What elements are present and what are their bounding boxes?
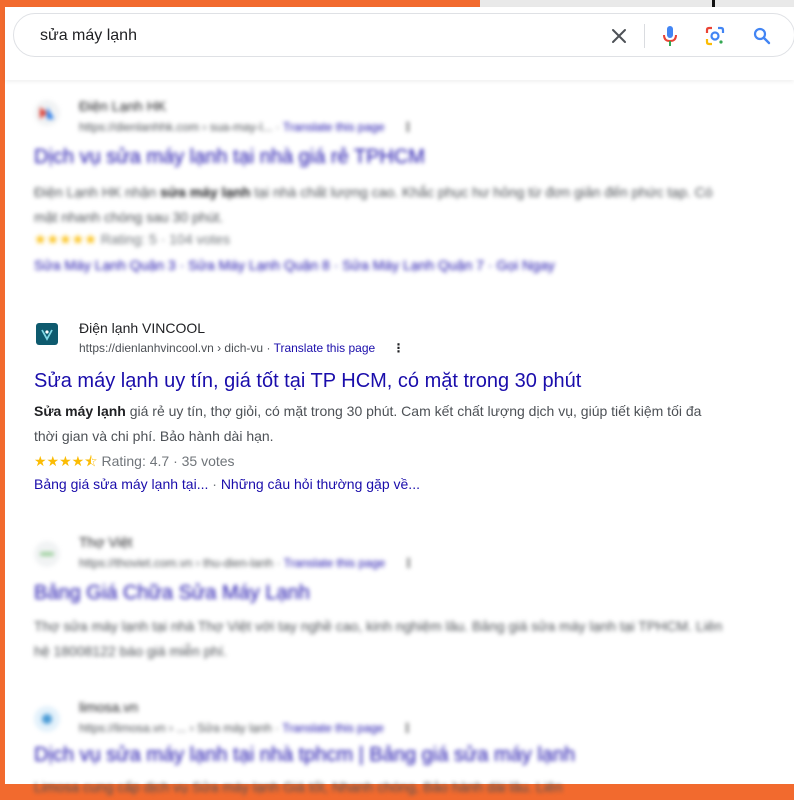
result-site-name[interactable]: Điện Lạnh HK: [79, 98, 166, 114]
translate-link[interactable]: Translate this page: [274, 341, 376, 355]
vincool-favicon-icon: [36, 323, 58, 345]
result-title[interactable]: Bảng Giá Chữa Sửa Máy Lạnh: [34, 582, 310, 605]
result-rating: ★★★★⯪ Rating: 4.7 · 35 votes: [34, 453, 235, 469]
result-title[interactable]: Dịch vụ sửa máy lạnh tại nhà giá rẻ TPHC…: [34, 146, 425, 169]
search-box[interactable]: sửa máy lạnh: [13, 13, 794, 57]
result-url[interactable]: https://thoviet.com.vn › thu-dien-lanh ·…: [79, 556, 415, 570]
search-result: limosa.vn https://limosa.vn › ... › Sửa …: [34, 699, 734, 795]
top-strip: [0, 0, 794, 7]
search-divider: [644, 24, 645, 48]
result-sitelinks[interactable]: Sửa Máy Lạnh Quận 3 · Sửa Máy Lạnh Quận …: [34, 257, 555, 273]
translate-link[interactable]: Translate this page: [283, 120, 385, 134]
clear-icon[interactable]: [608, 25, 630, 47]
microphone-icon[interactable]: [659, 25, 681, 47]
translate-link[interactable]: Translate this page: [282, 721, 384, 735]
sitelink[interactable]: Bảng giá sửa máy lạnh tại...: [34, 476, 208, 492]
result-url[interactable]: https://limosa.vn › ... › Sửa máy lạnh ·…: [79, 721, 413, 735]
translate-link[interactable]: Translate this page: [284, 556, 386, 570]
result-title[interactable]: Dịch vụ sửa máy lạnh tại nhà tphcm | Bản…: [34, 744, 575, 767]
search-results-page: sửa máy lạnh Điện Lạnh HK https://dienla…: [5, 7, 794, 795]
result-site-name[interactable]: limosa.vn: [79, 699, 138, 715]
google-lens-icon[interactable]: [704, 25, 726, 47]
sitelink[interactable]: Những câu hỏi thường gặp về...: [221, 476, 420, 492]
site-favicon-icon: [34, 100, 60, 126]
search-header: sửa máy lạnh: [5, 7, 794, 80]
search-icon[interactable]: [751, 25, 773, 47]
search-result: Điện Lạnh HK https://dienlanhhk.com › su…: [34, 98, 734, 280]
result-snippet: Limosa cung cấp dịch vụ Sửa máy lạnh Giá…: [34, 779, 563, 795]
site-favicon-icon: [34, 706, 60, 732]
result-url[interactable]: https://dienlanhhk.com › sua-may-l... · …: [79, 120, 414, 134]
more-options-icon[interactable]: ⋮: [403, 556, 415, 570]
browser-tab-strip-right: [715, 0, 794, 7]
result-snippet: Thợ sửa máy lạnh tại nhà Thợ Việt với ta…: [34, 618, 723, 659]
star-rating-icon: ★★★★★: [34, 231, 97, 247]
result-site-name[interactable]: Thợ Việt: [79, 534, 132, 550]
star-rating-icon: ★★★★⯪: [34, 453, 98, 469]
result-rating: ★★★★★ Rating: 5 · 104 votes: [34, 231, 230, 247]
result-sitelinks: Bảng giá sửa máy lạnh tại... · Những câu…: [34, 476, 420, 492]
more-options-icon[interactable]: ⋮: [393, 341, 405, 355]
browser-tab-strip: [480, 0, 712, 7]
result-snippet: Sửa máy lạnh giá rẻ uy tín, thợ giỏi, có…: [34, 403, 702, 444]
search-input[interactable]: sửa máy lạnh: [40, 27, 137, 45]
result-site-name[interactable]: Điện lạnh VINCOOL: [79, 320, 205, 336]
result-snippet: Điện Lạnh HK nhận sửa máy lạnh tại nhà c…: [34, 184, 713, 225]
result-url[interactable]: https://dienlanhvincool.vn › dich-vu · T…: [79, 341, 405, 355]
result-title[interactable]: Sửa máy lạnh uy tín, giá tốt tại TP HCM,…: [34, 370, 581, 393]
more-options-icon[interactable]: ⋮: [402, 120, 414, 134]
more-options-icon[interactable]: ⋮: [401, 721, 413, 735]
search-result: Thợ Việt https://thoviet.com.vn › thu-di…: [34, 534, 734, 659]
site-favicon-icon: [34, 541, 60, 567]
search-result: Điện lạnh VINCOOL https://dienlanhvincoo…: [34, 320, 734, 501]
